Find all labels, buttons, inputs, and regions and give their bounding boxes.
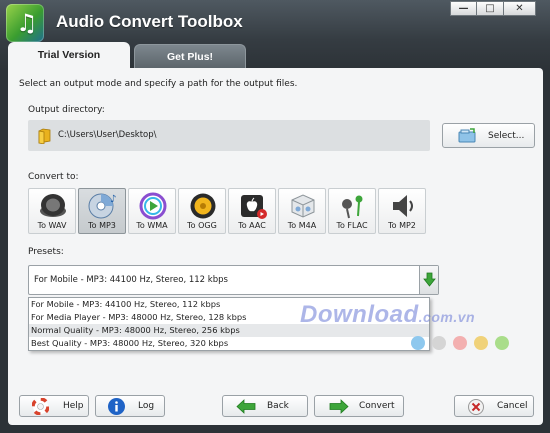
media-player-icon [139, 192, 167, 220]
output-directory-field[interactable]: C:\Users\User\Desktop\ [28, 120, 430, 151]
help-button-label: Help [63, 401, 84, 411]
convert-to-label: Convert to: [28, 172, 79, 182]
folder-icon [38, 128, 51, 144]
format-flac-label: To FLAC [336, 221, 368, 230]
cancel-button-label: Cancel [497, 401, 528, 411]
presets-selected-value: For Mobile - MP3: 44100 Hz, Stereo, 112 … [34, 275, 228, 285]
watermark-suffix: .com.vn [418, 309, 476, 325]
watermark-dot [453, 336, 467, 350]
format-buttons: To WAV ♪ To MP3 To WMA To OGG To AAC To … [28, 188, 428, 234]
format-wav-button[interactable]: To WAV [28, 188, 76, 234]
tab-trial-version[interactable]: Trial Version [8, 42, 130, 69]
help-button[interactable]: Help [19, 395, 89, 417]
select-directory-button[interactable]: Select... [442, 123, 535, 148]
format-mp2-button[interactable]: To MP2 [378, 188, 426, 234]
watermark-dot [495, 336, 509, 350]
cancel-icon [468, 399, 484, 415]
ogg-speaker-icon [190, 193, 216, 219]
window-controls: — □ ✕ [450, 1, 536, 16]
watermark-dot [432, 336, 446, 350]
format-mp2-label: To MP2 [388, 221, 416, 230]
maximize-button[interactable]: □ [477, 1, 504, 16]
watermark-dots [411, 336, 516, 350]
format-mp3-label: To MP3 [88, 221, 116, 230]
cancel-button[interactable]: Cancel [454, 395, 534, 417]
back-arrow-icon [236, 399, 256, 414]
format-m4a-button[interactable]: To M4A [278, 188, 326, 234]
instruction-text: Select an output mode and specify a path… [19, 79, 298, 89]
log-button[interactable]: Log [95, 395, 165, 417]
tab-bar: Trial Version Get Plus! Version [8, 42, 250, 87]
back-button[interactable]: Back [222, 395, 308, 417]
download-watermark: Download.com.vn [300, 301, 475, 329]
output-directory-path: C:\Users\User\Desktop\ [58, 130, 157, 140]
watermark-dot [474, 336, 488, 350]
presets-dropdown[interactable]: For Mobile - MP3: 44100 Hz, Stereo, 112 … [28, 265, 439, 295]
m4a-box-icon [291, 194, 315, 218]
window-title: Audio Convert Toolbox [56, 12, 243, 31]
apple-icon [241, 195, 267, 219]
format-aac-label: To AAC [238, 221, 266, 230]
tab-get-plus-version[interactable]: Get Plus! Version [134, 44, 246, 87]
minimize-button[interactable]: — [450, 1, 477, 16]
format-ogg-button[interactable]: To OGG [178, 188, 226, 234]
presets-label: Presets: [28, 247, 64, 257]
format-ogg-label: To OGG [187, 221, 217, 230]
watermark-dot [411, 336, 425, 350]
back-button-label: Back [267, 401, 289, 411]
loudspeaker-icon [393, 195, 413, 217]
green-down-arrow-icon [423, 272, 436, 287]
close-button[interactable]: ✕ [504, 1, 536, 16]
convert-button-label: Convert [359, 401, 395, 411]
select-button-label: Select... [488, 130, 525, 141]
convert-button[interactable]: Convert [314, 395, 404, 417]
format-m4a-label: To M4A [287, 221, 317, 230]
format-mp3-button[interactable]: ♪ To MP3 [78, 188, 126, 234]
main-panel: Select an output mode and specify a path… [8, 68, 543, 425]
lifebuoy-icon [32, 398, 49, 415]
format-flac-button[interactable]: To FLAC [328, 188, 376, 234]
format-wma-label: To WMA [136, 221, 168, 230]
preset-option[interactable]: Best Quality - MP3: 48000 Hz, Stereo, 32… [29, 337, 429, 350]
flac-icon [342, 195, 363, 219]
output-directory-label: Output directory: [28, 105, 105, 115]
dropdown-arrow-button[interactable] [419, 266, 438, 294]
format-wma-button[interactable]: To WMA [128, 188, 176, 234]
app-window: ♫ Audio Convert Toolbox — □ ✕ Trial Vers… [0, 0, 550, 433]
log-button-label: Log [138, 401, 155, 411]
app-logo-icon: ♫ [6, 4, 44, 42]
forward-arrow-icon [329, 399, 349, 414]
svg-text:♪: ♪ [110, 194, 116, 205]
speaker-icon [40, 194, 66, 217]
info-icon [108, 398, 125, 415]
format-aac-button[interactable]: To AAC [228, 188, 276, 234]
watermark-text: Download [300, 301, 419, 328]
browse-folder-icon [458, 128, 476, 143]
cd-icon: ♪ [88, 193, 116, 219]
format-wav-label: To WAV [37, 221, 67, 230]
